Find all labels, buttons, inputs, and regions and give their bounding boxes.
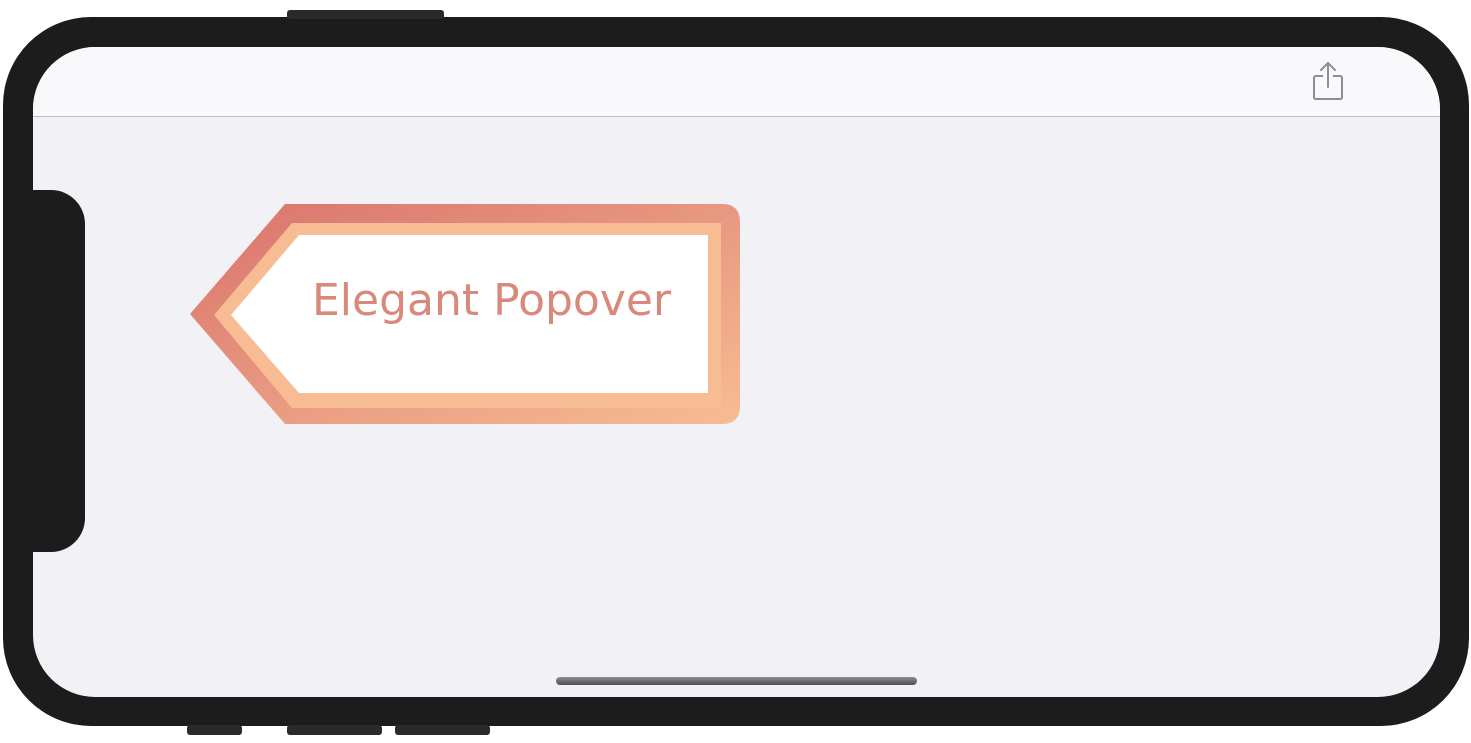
navigation-bar [33,47,1440,117]
top-button [287,10,444,19]
share-icon [1313,62,1343,100]
side-button-volume-up [287,725,382,735]
popover-label: Elegant Popover [312,275,672,326]
home-indicator[interactable] [556,677,917,685]
share-button[interactable] [1309,59,1347,103]
camera-notch [33,190,85,552]
side-button-action [187,725,242,735]
side-button-volume-down [395,725,490,735]
